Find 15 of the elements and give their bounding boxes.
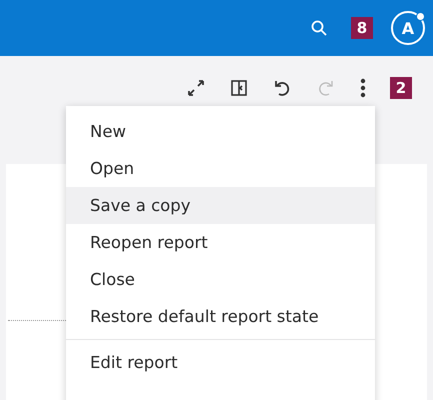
more-options-icon [360, 78, 366, 98]
undo-icon [272, 78, 292, 98]
menu-item[interactable]: Restore default report state [66, 298, 375, 335]
user-avatar[interactable]: A [391, 11, 425, 45]
menu-item[interactable]: Save a copy [66, 187, 375, 224]
count-badge: 2 [390, 77, 412, 99]
menu-item[interactable]: Edit report [66, 344, 375, 381]
expand-icon [186, 78, 206, 98]
menu-item[interactable]: Open [66, 150, 375, 187]
side-panel-icon [230, 79, 248, 97]
notification-badge[interactable]: 8 [351, 17, 373, 39]
search-icon[interactable] [311, 20, 327, 36]
menu-item[interactable]: Close [66, 261, 375, 298]
menu-item[interactable]: New [66, 113, 375, 150]
menu-item[interactable]: Reopen report [66, 224, 375, 261]
